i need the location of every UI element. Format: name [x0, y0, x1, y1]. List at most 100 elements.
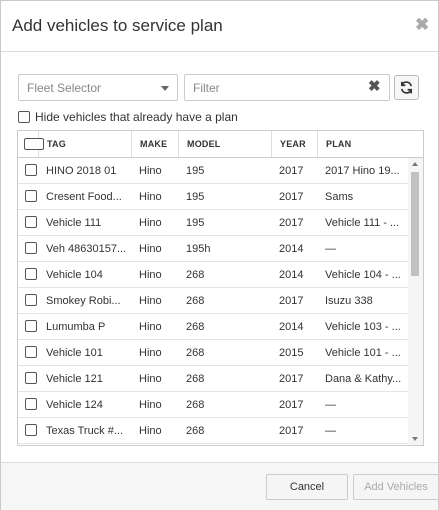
hide-planned-vehicles-checkbox[interactable]: [18, 111, 30, 123]
cell-plan: Isuzu 338: [325, 295, 373, 307]
column-header-year[interactable]: YEAR: [272, 131, 318, 157]
cell-make: Hino: [139, 295, 162, 307]
cell-year: 2017: [279, 217, 304, 229]
column-tag-label: TAG: [47, 139, 66, 149]
cell-plan: —: [325, 399, 336, 411]
cell-model: 268: [186, 269, 205, 281]
cell-year: 2014: [279, 321, 304, 333]
cell-tag: Texas Truck #...: [46, 425, 124, 437]
cell-plan: Vehicle 111 - ...: [325, 217, 400, 229]
row-checkbox[interactable]: [25, 294, 37, 306]
cell-year: 2017: [279, 295, 304, 307]
column-make-label: MAKE: [140, 139, 168, 149]
table-header: TAG MAKE MODEL YEAR PLAN: [18, 131, 423, 158]
cell-model: 268: [186, 321, 205, 333]
table-row[interactable]: HINO 2018 01 Hino 195 2017 2017 Hino 19...: [18, 158, 408, 184]
table-body: HINO 2018 01 Hino 195 2017 2017 Hino 19... Cr…: [18, 158, 408, 444]
chevron-down-icon: [161, 86, 169, 91]
row-checkbox[interactable]: [25, 164, 37, 176]
dialog-footer: Cancel Add Vehicles: [1, 462, 439, 510]
cancel-button[interactable]: Cancel: [266, 474, 348, 500]
table-row[interactable]: Veh 48630157... Hino 195h 2014 —: [18, 236, 408, 262]
cell-plan: Sams: [325, 191, 354, 203]
filter-input[interactable]: Filter ✖: [184, 74, 390, 101]
row-checkbox[interactable]: [25, 424, 37, 436]
cell-tag: Vehicle 124: [46, 399, 103, 411]
table-row[interactable]: Vehicle 121 Hino 268 2017 Dana & Kathy...: [18, 366, 408, 392]
column-header-tag[interactable]: TAG: [39, 131, 132, 157]
cell-year: 2017: [279, 165, 304, 177]
table-scrollbar[interactable]: [408, 158, 423, 445]
scroll-up-icon[interactable]: [412, 162, 418, 166]
column-model-label: MODEL: [187, 139, 221, 149]
table-row[interactable]: Vehicle 104 Hino 268 2014 Vehicle 104 - ...: [18, 262, 408, 288]
cell-make: Hino: [139, 217, 162, 229]
cell-plan: Dana & Kathy...: [325, 373, 402, 385]
table-row[interactable]: Texas Truck #... Hino 268 2017 —: [18, 418, 408, 444]
table-row[interactable]: Lumumba P Hino 268 2014 Vehicle 103 - ...: [18, 314, 408, 340]
cell-make: Hino: [139, 191, 162, 203]
cell-make: Hino: [139, 269, 162, 281]
scroll-down-icon[interactable]: [412, 437, 418, 441]
clear-filter-icon[interactable]: ✖: [368, 78, 381, 96]
dialog-title: Add vehicles to service plan: [12, 16, 223, 35]
cell-plan: Vehicle 104 - ...: [325, 269, 401, 281]
fleet-selector-placeholder: Fleet Selector: [27, 81, 102, 95]
row-checkbox[interactable]: [25, 320, 37, 332]
add-vehicles-dialog: Add vehicles to service plan ✖ Fleet Sel…: [0, 0, 439, 510]
cell-model: 268: [186, 425, 205, 437]
select-all-column: [18, 131, 44, 157]
filter-placeholder: Filter: [193, 81, 220, 95]
cell-make: Hino: [139, 165, 162, 177]
cell-year: 2014: [279, 243, 304, 255]
cell-make: Hino: [139, 321, 162, 333]
cell-make: Hino: [139, 243, 162, 255]
row-checkbox[interactable]: [25, 242, 37, 254]
scrollbar-thumb[interactable]: [411, 172, 419, 276]
cell-make: Hino: [139, 347, 162, 359]
table-row[interactable]: Vehicle 111 Hino 195 2017 Vehicle 111 - ...: [18, 210, 408, 236]
cell-model: 195: [186, 217, 205, 229]
close-icon[interactable]: ✖: [415, 15, 429, 35]
row-checkbox[interactable]: [25, 398, 37, 410]
hide-planned-vehicles-label: Hide vehicles that already have a plan: [35, 110, 238, 124]
fleet-selector[interactable]: Fleet Selector: [18, 74, 178, 101]
cell-year: 2014: [279, 269, 304, 281]
cell-plan: —: [325, 425, 336, 437]
cell-tag: Vehicle 111: [46, 217, 102, 229]
table-row[interactable]: Smokey Robi... Hino 268 2017 Isuzu 338: [18, 288, 408, 314]
column-header-model[interactable]: MODEL: [179, 131, 272, 157]
column-header-make[interactable]: MAKE: [132, 131, 179, 157]
cell-tag: Cresent Food...: [46, 191, 122, 203]
cell-model: 195: [186, 165, 205, 177]
table-row[interactable]: Cresent Food... Hino 195 2017 Sams: [18, 184, 408, 210]
cell-model: 195h: [186, 243, 211, 255]
cell-tag: Vehicle 121: [46, 373, 103, 385]
cell-make: Hino: [139, 425, 162, 437]
row-checkbox[interactable]: [25, 216, 37, 228]
refresh-icon: [400, 81, 413, 94]
cell-plan: Vehicle 101 - ...: [325, 347, 401, 359]
cell-year: 2017: [279, 373, 304, 385]
cell-year: 2017: [279, 191, 304, 203]
cell-make: Hino: [139, 373, 162, 385]
column-year-label: YEAR: [280, 139, 306, 149]
table-row[interactable]: Vehicle 124 Hino 268 2017 —: [18, 392, 408, 418]
row-checkbox[interactable]: [25, 268, 37, 280]
column-header-plan[interactable]: PLAN: [318, 131, 423, 157]
refresh-button[interactable]: [394, 75, 419, 100]
table-row[interactable]: Vehicle 101 Hino 268 2015 Vehicle 101 - ...: [18, 340, 408, 366]
cell-plan: Vehicle 103 - ...: [325, 321, 401, 333]
column-plan-label: PLAN: [326, 139, 352, 149]
row-checkbox[interactable]: [25, 372, 37, 384]
cell-year: 2015: [279, 347, 304, 359]
cell-model: 268: [186, 399, 205, 411]
row-checkbox[interactable]: [25, 190, 37, 202]
dialog-header: Add vehicles to service plan ✖: [1, 1, 438, 52]
add-vehicles-button[interactable]: Add Vehicles: [353, 474, 439, 500]
row-checkbox[interactable]: [25, 346, 37, 358]
cell-year: 2017: [279, 399, 304, 411]
cell-tag: Vehicle 101: [46, 347, 103, 359]
cell-model: 268: [186, 295, 205, 307]
cell-year: 2017: [279, 425, 304, 437]
